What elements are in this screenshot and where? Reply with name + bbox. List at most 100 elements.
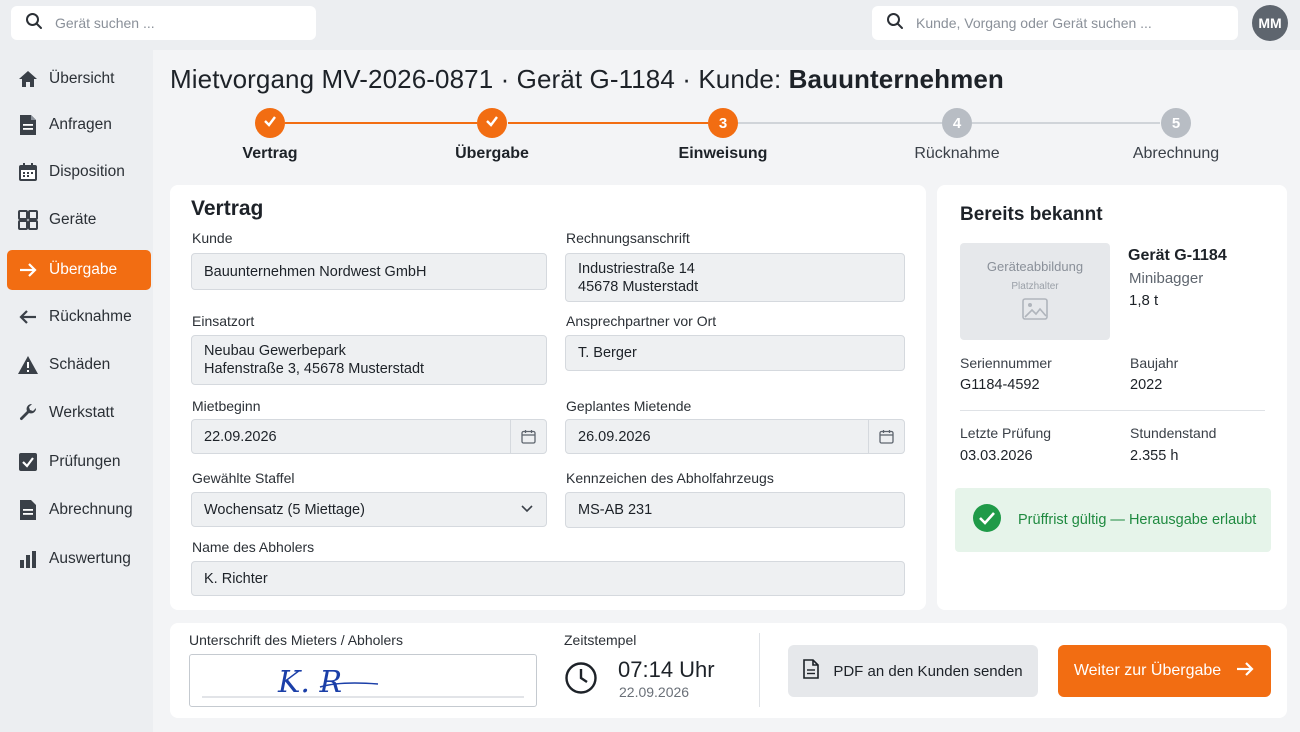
device-search-input[interactable] [55, 15, 315, 31]
end-date-field[interactable]: 26.09.2026 [565, 419, 905, 454]
site-line: Hafenstraße 3, 45678 Musterstadt [204, 361, 425, 377]
sidebar-item-abrechnung[interactable]: Abrechnung [7, 490, 151, 530]
divider [960, 410, 1265, 411]
device-search-box[interactable] [11, 6, 316, 40]
document-icon [803, 659, 820, 683]
site-label: Einsatzort [192, 313, 255, 329]
home-icon [7, 69, 49, 89]
sidebar-item-label: Geräte [49, 211, 97, 228]
sidebar-item-uebergabe[interactable]: Übergabe [7, 250, 151, 290]
step-connector [738, 122, 942, 124]
site-field[interactable]: Neubau Gewerbepark Hafenstraße 3, 45678 … [191, 335, 547, 385]
start-date-field[interactable]: 22.09.2026 [191, 419, 547, 454]
device-image-placeholder: Geräteabbildung Platzhalter [960, 243, 1110, 340]
contact-label: Ansprechpartner vor Ort [566, 313, 717, 329]
device-type: Minibagger [1129, 270, 1204, 287]
status-banner: Prüffrist gültig — Herausgabe erlaubt [955, 488, 1271, 552]
calendar-icon[interactable] [868, 420, 904, 453]
document-icon [7, 114, 49, 136]
sidebar-item-label: Prüfungen [49, 453, 121, 470]
step-einweisung-current[interactable]: 3 [708, 108, 738, 138]
plate-label: Kennzeichen des Abholfahrzeugs [566, 470, 774, 486]
rate-select[interactable]: Wochensatz (5 Miettage) [191, 492, 547, 527]
site-line: Neubau Gewerbepark [204, 343, 346, 359]
billing-address-field[interactable]: Industriestraße 14 45678 Musterstadt [565, 253, 905, 302]
sidebar-item-geraete[interactable]: Geräte [7, 200, 151, 240]
sidebar-item-anfragen[interactable]: Anfragen [7, 105, 151, 145]
calendar-icon[interactable] [510, 420, 546, 453]
sidebar-item-auswertung[interactable]: Auswertung [7, 539, 151, 579]
step-uebergabe-done[interactable] [477, 108, 507, 138]
customer-label: Kunde [192, 230, 233, 246]
search-icon [25, 12, 43, 35]
device-name: Gerät G-1184 [1128, 247, 1227, 264]
image-icon [1022, 298, 1048, 325]
sidebar-item-werkstatt[interactable]: Werkstatt [7, 393, 151, 433]
billing-address-label: Rechnungsanschrift [566, 230, 690, 246]
start-date-label: Mietbeginn [192, 398, 261, 414]
signature-pad[interactable]: K. R [189, 654, 537, 707]
next-step-button[interactable]: Weiter zur Übergabe [1058, 645, 1271, 697]
contact-value: T. Berger [578, 345, 637, 361]
customer-field[interactable]: Bauunternehmen Nordwest GmbH [191, 253, 547, 290]
device-weight: 1,8 t [1129, 292, 1159, 309]
clock-icon [564, 661, 598, 700]
sidebar-item-uebersicht[interactable]: Übersicht [7, 59, 151, 99]
step-label: Vertrag [242, 145, 298, 162]
next-step-label: Weiter zur Übergabe [1073, 662, 1222, 679]
sidebar-item-label: Anfragen [49, 116, 112, 133]
pickup-name-field[interactable]: K. Richter [191, 561, 905, 596]
sidebar-item-label: Abrechnung [49, 501, 133, 518]
checkmark-icon [484, 113, 500, 133]
timestamp-label: Zeitstempel [564, 632, 637, 648]
user-avatar[interactable]: MM [1252, 5, 1288, 41]
known-info-title: Bereits bekannt [960, 204, 1103, 225]
wrench-icon [7, 403, 49, 423]
hours-label: Stundenstand [1130, 425, 1217, 441]
sidebar-item-schaeden[interactable]: Schäden [7, 345, 151, 385]
plate-field[interactable]: MS-AB 231 [565, 492, 905, 528]
sidebar-item-label: Rücknahme [49, 308, 132, 325]
step-abrechnung-pending[interactable]: 5 [1161, 108, 1191, 138]
customer-value: Bauunternehmen Nordwest GmbH [204, 263, 427, 280]
arrow-left-icon [7, 307, 49, 327]
sidebar-item-label: Übergabe [49, 261, 118, 278]
arrow-right-icon [1235, 660, 1255, 683]
send-pdf-button[interactable]: PDF an den Kunden senden [788, 645, 1038, 697]
global-search-box[interactable] [872, 6, 1238, 40]
inspection-label: Letzte Prüfung [960, 425, 1052, 441]
divider [759, 633, 760, 707]
billing-address-line: 45678 Musterstadt [578, 278, 699, 295]
sidebar-item-label: Werkstatt [49, 404, 115, 421]
rate-label: Gewählte Staffel [192, 470, 295, 486]
sidebar-item-label: Disposition [49, 163, 125, 180]
sidebar-item-ruecknahme[interactable]: Rücknahme [7, 297, 151, 337]
calendar-icon [7, 162, 49, 182]
step-label: Rücknahme [914, 145, 1000, 162]
sidebar-item-label: Schäden [49, 356, 111, 373]
billing-address-line: Industriestraße 14 [578, 260, 695, 277]
pickup-name-label: Name des Abholers [192, 539, 315, 555]
sidebar: Übersicht Anfragen Disposition Geräte Üb… [0, 50, 151, 732]
sidebar-item-pruefungen[interactable]: Prüfungen [7, 442, 151, 482]
year-label: Baujahr [1130, 355, 1179, 371]
sidebar-item-label: Auswertung [49, 550, 131, 567]
signature-text: K. R [277, 665, 342, 700]
timestamp-time: 07:14 Uhr [618, 657, 715, 682]
global-search-input[interactable] [916, 15, 1226, 31]
step-ruecknahme-pending[interactable]: 4 [942, 108, 972, 138]
year-value: 2022 [1130, 377, 1163, 393]
contact-field[interactable]: T. Berger [565, 335, 905, 371]
image-placeholder-title: Geräteabbildung [986, 259, 1084, 274]
step-label: Abrechnung [1132, 145, 1220, 162]
rate-value: Wochensatz (5 Miettage) [204, 501, 365, 518]
step-vertrag-done[interactable] [255, 108, 285, 138]
grid-icon [7, 210, 49, 230]
invoice-icon [7, 499, 49, 521]
checkmark-icon [262, 113, 278, 133]
sidebar-item-disposition[interactable]: Disposition [7, 152, 151, 192]
warning-icon [7, 355, 49, 375]
end-date-label: Geplantes Mietende [566, 398, 692, 414]
signature-label: Unterschrift des Mieters / Abholers [189, 632, 403, 648]
top-bar: MM [0, 0, 1300, 48]
